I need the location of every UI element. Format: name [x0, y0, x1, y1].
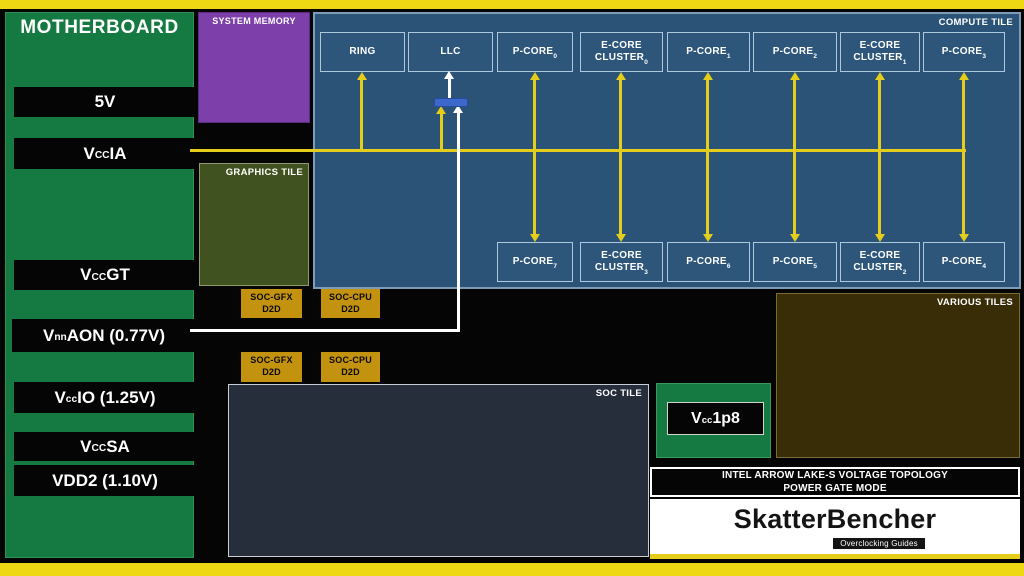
graphics-tile: GRAPHICS TILE: [199, 163, 309, 286]
power-line-gate-yellow: [440, 114, 443, 150]
graphics-tile-label: GRAPHICS TILE: [225, 167, 303, 178]
soc-tile-label: SOC TILE: [595, 388, 642, 399]
compute-box-p-core-4: P-CORE4: [923, 242, 1005, 282]
vnnaon-line-vertical: [457, 113, 460, 332]
power-line-pcore1: [706, 80, 709, 150]
arrow-gate-llc: [444, 71, 454, 79]
compute-box-p-core-3: P-CORE3: [923, 32, 1005, 72]
brand-name: SkatterBencher: [733, 504, 937, 534]
power-line-ecc0: [619, 80, 622, 150]
soc-tile: SOC TILE: [228, 384, 649, 557]
vnnaon-line-horizontal: [190, 329, 460, 332]
arrow-vccia-gate: [436, 106, 446, 114]
arrow-pcore2: [790, 72, 800, 80]
arrow-ecc0: [616, 72, 626, 80]
power-line-pcore6: [706, 152, 709, 234]
bottom-border-bar: [0, 563, 1024, 576]
arrow-pcore6: [703, 234, 713, 242]
compute-box-p-core-7: P-CORE7: [497, 242, 573, 282]
power-line-pcore3: [962, 80, 965, 150]
brand-box: SkatterBencher Overclocking Guides: [650, 499, 1020, 559]
rail-vccio: Vcc IO (1.25V): [14, 382, 196, 413]
top-border-bar: [0, 0, 1024, 9]
various-tiles-label: VARIOUS TILES: [936, 297, 1013, 308]
arrow-pcore5: [790, 234, 800, 242]
d2d-box-soc-gfx-row2: SOC-GFX D2D: [241, 352, 302, 382]
compute-box-e-core-cluster-0: E-CORE CLUSTER0: [580, 32, 663, 72]
system-memory-tile: SYSTEM MEMORY: [198, 12, 310, 123]
d2d-box-soc-cpu-row1: SOC-CPU D2D: [321, 289, 380, 318]
arrow-ecc2: [875, 234, 885, 242]
compute-box-e-core-cluster-1: E-CORE CLUSTER1: [840, 32, 920, 72]
rail-vdd2: VDD2 (1.10V): [14, 465, 196, 496]
arrow-pcore3: [959, 72, 969, 80]
power-line-pcore4: [962, 152, 965, 234]
rail-vccsa: V CC SA: [14, 432, 196, 461]
arrow-pcore7: [530, 234, 540, 242]
various-tiles: VARIOUS TILES: [776, 293, 1020, 458]
power-line-pcore0: [533, 80, 536, 150]
vcc1p8-box: Vcc 1p8: [656, 383, 771, 458]
compute-box-e-core-cluster-2: E-CORE CLUSTER2: [840, 242, 920, 282]
vcc1p8-label: Vcc 1p8: [667, 402, 764, 435]
compute-box-p-core-0: P-CORE0: [497, 32, 573, 72]
footer-title-box: INTEL ARROW LAKE-S VOLTAGE TOPOLOGY POWE…: [650, 467, 1020, 497]
brand-badge: Overclocking Guides: [833, 538, 925, 549]
gate-to-llc-line: [448, 79, 451, 98]
power-line-ecc1: [878, 80, 881, 150]
power-line-ecc2: [878, 152, 881, 234]
arrow-pcore0: [530, 72, 540, 80]
arrow-pcore4: [959, 234, 969, 242]
footer-title-line2: POWER GATE MODE: [783, 483, 887, 494]
compute-box-p-core-2: P-CORE2: [753, 32, 837, 72]
system-memory-label: SYSTEM MEMORY: [212, 16, 296, 26]
compute-box-llc: LLC: [408, 32, 493, 72]
compute-box-ring: RING: [320, 32, 405, 72]
power-line-pcore2: [793, 80, 796, 150]
d2d-box-soc-cpu-row2: SOC-CPU D2D: [321, 352, 380, 382]
motherboard-panel: MOTHERBOARD 5V V CC IA V CC GT Vnn AON (0.77V…: [5, 12, 196, 558]
power-line-pcore7: [533, 152, 536, 234]
compute-box-p-core-6: P-CORE6: [667, 242, 750, 282]
power-line-ring: [360, 80, 363, 150]
power-gate-bar: [434, 98, 468, 107]
arrow-pcore1: [703, 72, 713, 80]
vccia-bus-line: [190, 149, 966, 152]
footer-title-line1: INTEL ARROW LAKE-S VOLTAGE TOPOLOGY: [722, 470, 948, 481]
rail-vnnaon: Vnn AON (0.77V): [12, 319, 196, 352]
rail-vccgt: V CC GT: [14, 260, 196, 290]
d2d-box-soc-gfx-row1: SOC-GFX D2D: [241, 289, 302, 318]
rail-5v: 5V: [14, 87, 196, 117]
compute-box-e-core-cluster-3: E-CORE CLUSTER3: [580, 242, 663, 282]
rail-vccia: V CC IA: [14, 138, 196, 169]
power-line-pcore5: [793, 152, 796, 234]
compute-tile-label: COMPUTE TILE: [938, 17, 1013, 28]
power-line-ecc3: [619, 152, 622, 234]
arrow-ring: [357, 72, 367, 80]
motherboard-title: MOTHERBOARD: [20, 17, 179, 38]
compute-box-p-core-1: P-CORE1: [667, 32, 750, 72]
arrow-ecc1: [875, 72, 885, 80]
compute-box-p-core-5: P-CORE5: [753, 242, 837, 282]
arrow-ecc3: [616, 234, 626, 242]
voltage-topology-diagram: MOTHERBOARD 5V V CC IA V CC GT Vnn AON (0.77V…: [0, 0, 1024, 576]
